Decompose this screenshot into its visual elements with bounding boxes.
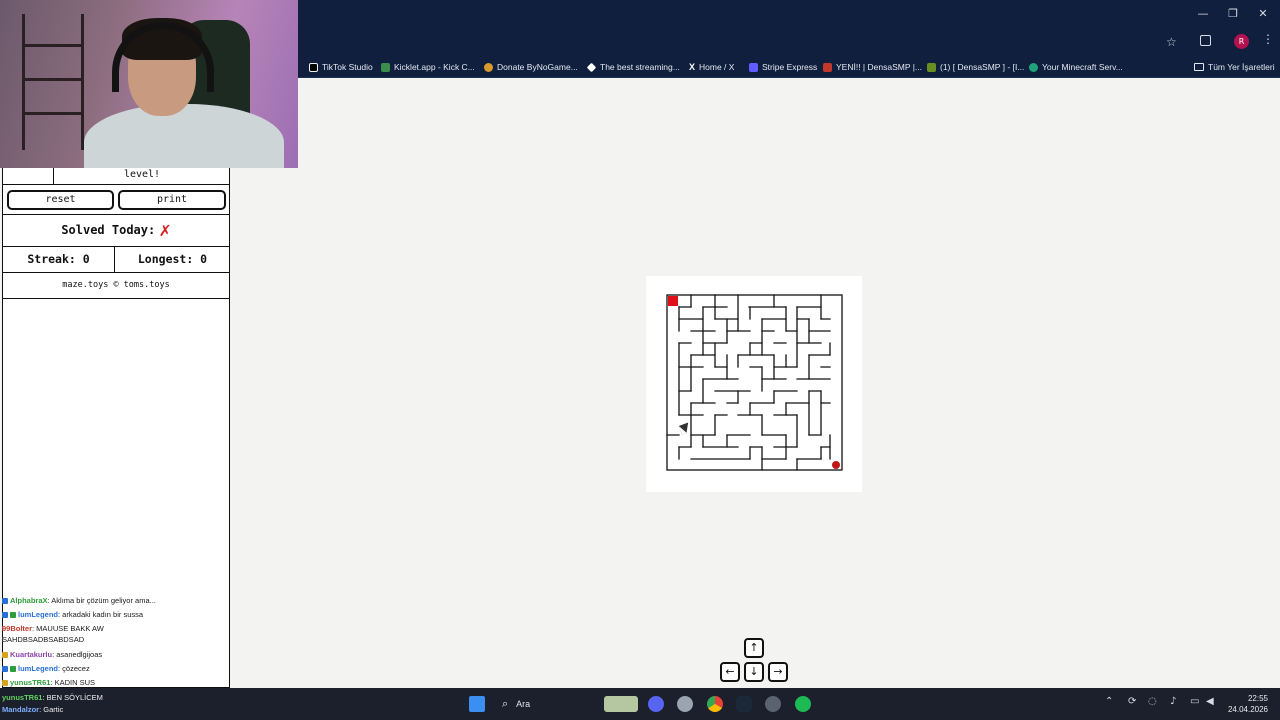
chat-message: AlphabraX: Aklıma bir çözüm geliyor ama.… [2, 596, 156, 605]
bookmark-densasmp[interactable]: YENİ!! | DensaSMP |... [823, 60, 922, 74]
microphone-icon[interactable]: ♪ [1170, 696, 1176, 707]
maze-walls-vertical [678, 294, 831, 471]
bottom-chat-overlay: yunusTR61: BEN SÖYLİCEM Mandalzor: Garti… [2, 692, 103, 716]
spotify-icon[interactable] [795, 696, 811, 712]
network-icon[interactable]: ▭ [1190, 696, 1199, 707]
tray-sync-icon[interactable]: ⟳ [1128, 696, 1136, 707]
bookmark-streaming[interactable]: The best streaming... [586, 60, 680, 74]
button-row: reset print [3, 185, 229, 215]
chrome-icon[interactable] [707, 696, 723, 712]
diamond-icon [586, 62, 597, 72]
restore-icon[interactable]: ❐ [1220, 5, 1246, 23]
longest-streak-label: Longest: 0 [137, 252, 208, 266]
folder-icon [1194, 63, 1204, 71]
discord-icon[interactable] [648, 696, 664, 712]
all-bookmarks-folder[interactable]: Tüm Yer İşaretleri [1194, 60, 1275, 74]
densasmp-icon [823, 62, 832, 72]
bookmark-bynogame[interactable]: Donate ByNoGame... [484, 60, 578, 74]
badge-icon [2, 666, 8, 672]
badge-icon [2, 652, 8, 658]
chat-message: yunusTR61: KADIN SUS [2, 678, 95, 687]
webcam-overlay [0, 0, 298, 168]
maze-grid[interactable] [666, 294, 844, 472]
not-solved-icon: ✗ [159, 219, 171, 241]
bookmark-minecraft-server[interactable]: Your Minecraft Serv... [1029, 60, 1123, 74]
bookmark-kicklet[interactable]: Kicklet.app - Kick C... [381, 60, 475, 74]
steam-icon[interactable] [736, 696, 752, 712]
bookmark-x-home[interactable]: X Home / X [689, 60, 734, 74]
x-logo-icon: X [689, 62, 696, 72]
chat-message: lumLegend: çözecez [2, 664, 90, 673]
menu-kebab-icon[interactable]: ⋮ [1262, 32, 1274, 46]
maze-border [666, 294, 843, 471]
up-arrow-key[interactable]: ↑ [744, 638, 764, 658]
clock-time: 22:55 [1247, 694, 1268, 703]
maze-start-cell [668, 296, 678, 306]
bookmark-star-icon[interactable]: ☆ [1166, 35, 1177, 49]
maze-player-dot[interactable] [832, 461, 840, 469]
close-icon[interactable]: ✕ [1250, 5, 1276, 23]
solved-today-label: Solved Today: [61, 223, 156, 237]
chat-message: lumLegend: arkadaki kadın bir sussa [2, 610, 143, 619]
chat-message: Kuartakurlu: asanedlgijoas [2, 650, 102, 659]
tray-chevron-icon[interactable]: ⌃ [1105, 696, 1113, 707]
bynogame-icon [484, 62, 493, 72]
bookmark-densasmp-2[interactable]: (1) [ DensaSMP ] - [I... [927, 60, 1024, 74]
bookmark-tiktok-studio[interactable]: TikTok Studio [309, 60, 373, 74]
taskbar-search[interactable]: ⌕ Ara [494, 694, 644, 714]
kicklet-icon [381, 62, 390, 72]
left-arrow-key[interactable]: ← [720, 662, 740, 682]
densasmp-alt-icon [927, 62, 936, 72]
badge-icon [2, 598, 8, 604]
level-label: level! [123, 169, 161, 180]
streak-row: Streak: 0 Longest: 0 [3, 247, 229, 273]
chat-message: SAHDBSADBSABDSAD [2, 635, 85, 644]
down-arrow-key[interactable]: ↓ [744, 662, 764, 682]
badge-icon [2, 612, 8, 618]
tray-eye-icon[interactable]: ◌ [1148, 696, 1157, 707]
shelf-graphic [22, 14, 84, 150]
badge-icon [10, 612, 16, 618]
chat-message: Mandalzor: Gartic [2, 705, 64, 714]
person-body-graphic [84, 104, 284, 168]
print-button[interactable]: print [118, 190, 226, 210]
badge-icon [10, 666, 16, 672]
tiktok-icon [309, 62, 318, 72]
extensions-icon[interactable] [1200, 35, 1211, 46]
level-row-cell [3, 168, 54, 184]
badge-icon [2, 680, 8, 686]
stripe-icon [749, 62, 758, 72]
credit-text: maze.toys © toms.toys [3, 273, 229, 299]
solved-today-row: Solved Today: ✗ [3, 215, 229, 247]
minimize-icon[interactable]: — [1190, 5, 1216, 23]
profile-avatar[interactable]: R [1234, 34, 1249, 49]
search-placeholder: Ara [516, 699, 531, 709]
search-icon: ⌕ [502, 697, 509, 710]
chat-message: 99Bolter: MAUUSE BAKK AW [2, 624, 104, 633]
taskbar-clock[interactable]: 22:55 24.04.2026 [1220, 693, 1268, 715]
streak-label: Streak: 0 [3, 247, 115, 272]
clock-date: 24.04.2026 [1227, 705, 1268, 714]
bookmark-stripe-express[interactable]: Stripe Express [749, 60, 817, 74]
obs-icon[interactable] [765, 696, 781, 712]
level-row: level! [3, 168, 229, 185]
volume-icon[interactable]: ◀ [1206, 696, 1214, 707]
windows-start-icon[interactable] [469, 696, 485, 712]
chat-message: yunusTR61: BEN SÖYLİCEM [2, 693, 103, 702]
settings-app-icon[interactable] [677, 696, 693, 712]
minecraft-server-icon [1029, 62, 1038, 72]
reset-button[interactable]: reset [7, 190, 114, 210]
right-arrow-key[interactable]: → [768, 662, 788, 682]
